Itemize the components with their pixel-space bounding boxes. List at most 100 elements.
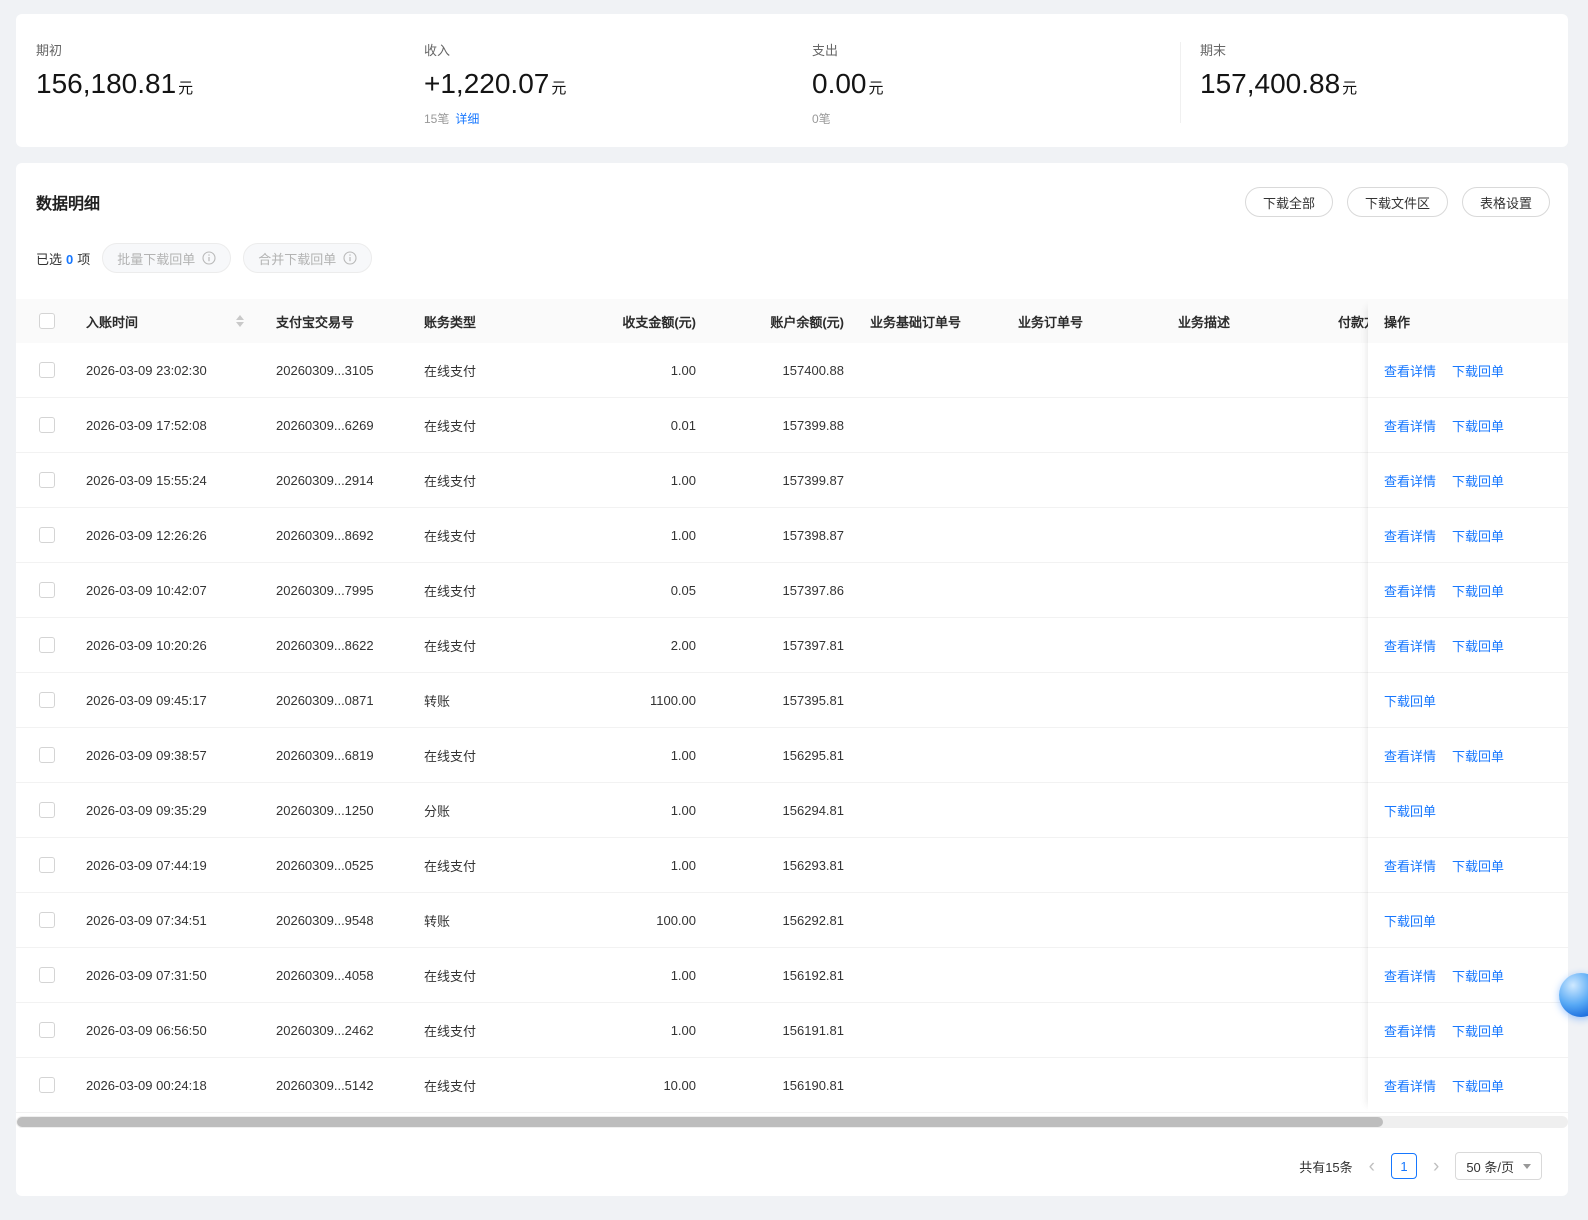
income-details-link[interactable]: 详细	[455, 112, 479, 126]
cell-type: 在线支付	[408, 856, 550, 875]
table-row: 2026-03-09 07:44:1920260309...0525在线支付1.…	[16, 838, 1368, 893]
prev-page-button[interactable]: ‹	[1369, 1157, 1375, 1176]
download-receipt-link[interactable]: 下载回单	[1452, 526, 1504, 545]
cell-amount: 100.00	[550, 913, 706, 928]
column-header-order: 业务订单号	[1002, 312, 1162, 331]
download-receipt-link[interactable]: 下载回单	[1452, 361, 1504, 380]
row-checkbox[interactable]	[39, 582, 55, 598]
view-details-link[interactable]: 查看详情	[1384, 416, 1436, 435]
row-checkbox[interactable]	[39, 802, 55, 818]
view-details-link[interactable]: 查看详情	[1384, 1076, 1436, 1095]
checkbox-cell	[16, 582, 70, 598]
row-actions: 查看详情下载回单	[1368, 563, 1568, 618]
cell-time: 2026-03-09 00:24:18	[70, 1078, 260, 1093]
download-receipt-link[interactable]: 下载回单	[1384, 911, 1436, 930]
panel-header: 数据明细 下载全部 下载文件区 表格设置	[16, 187, 1568, 217]
download-receipt-link[interactable]: 下载回单	[1452, 856, 1504, 875]
cell-amount: 1.00	[550, 968, 706, 983]
row-checkbox[interactable]	[39, 417, 55, 433]
download-receipt-link[interactable]: 下载回单	[1452, 966, 1504, 985]
sort-icon[interactable]	[236, 315, 244, 327]
row-checkbox[interactable]	[39, 967, 55, 983]
cell-balance: 156295.81	[706, 748, 854, 763]
table-row: 2026-03-09 10:20:2620260309...8622在线支付2.…	[16, 618, 1368, 673]
table-settings-button[interactable]: 表格设置	[1462, 187, 1550, 217]
chevron-down-icon	[1523, 1164, 1531, 1169]
cell-balance: 156191.81	[706, 1023, 854, 1038]
cell-balance: 157400.88	[706, 363, 854, 378]
cell-amount: 0.05	[550, 583, 706, 598]
view-details-link[interactable]: 查看详情	[1384, 361, 1436, 380]
row-checkbox[interactable]	[39, 857, 55, 873]
download-receipt-link[interactable]: 下载回单	[1452, 636, 1504, 655]
download-file-zone-button[interactable]: 下载文件区	[1347, 187, 1448, 217]
row-checkbox[interactable]	[39, 747, 55, 763]
cell-amount: 1.00	[550, 363, 706, 378]
summary-opening: 期初 156,180.81元	[16, 40, 404, 125]
checkbox-cell	[16, 857, 70, 873]
summary-value: 0.00元	[812, 68, 1180, 100]
view-details-link[interactable]: 查看详情	[1384, 471, 1436, 490]
horizontal-scrollbar-thumb[interactable]	[17, 1117, 1383, 1127]
row-checkbox[interactable]	[39, 637, 55, 653]
download-receipt-link[interactable]: 下载回单	[1452, 1021, 1504, 1040]
row-checkbox[interactable]	[39, 1077, 55, 1093]
row-actions: 查看详情下载回单	[1368, 838, 1568, 893]
cell-txn: 20260309...5142	[260, 1078, 408, 1093]
download-receipt-link[interactable]: 下载回单	[1452, 581, 1504, 600]
current-page-button[interactable]: 1	[1391, 1153, 1417, 1179]
cell-txn: 20260309...0871	[260, 693, 408, 708]
page: 期初 156,180.81元 收入 +1,220.07元 15笔详细 支出 0.…	[0, 0, 1588, 1220]
horizontal-scrollbar-track	[16, 1116, 1568, 1128]
checkbox-cell	[16, 472, 70, 488]
cell-type: 在线支付	[408, 471, 550, 490]
cell-time: 2026-03-09 06:56:50	[70, 1023, 260, 1038]
table-row: 2026-03-09 07:34:5120260309...9548转账100.…	[16, 893, 1368, 948]
cell-time: 2026-03-09 09:38:57	[70, 748, 260, 763]
row-checkbox[interactable]	[39, 472, 55, 488]
table-row: 2026-03-09 23:02:3020260309...3105在线支付1.…	[16, 343, 1368, 398]
page-size-select[interactable]: 50 条/页	[1455, 1152, 1542, 1180]
cell-time: 2026-03-09 09:35:29	[70, 803, 260, 818]
summary-card: 期初 156,180.81元 收入 +1,220.07元 15笔详细 支出 0.…	[16, 14, 1568, 147]
download-receipt-link[interactable]: 下载回单	[1452, 416, 1504, 435]
row-checkbox[interactable]	[39, 527, 55, 543]
merge-download-button[interactable]: 合并下载回单	[243, 243, 372, 273]
download-all-button[interactable]: 下载全部	[1245, 187, 1333, 217]
row-checkbox[interactable]	[39, 1022, 55, 1038]
download-receipt-link[interactable]: 下载回单	[1452, 471, 1504, 490]
view-details-link[interactable]: 查看详情	[1384, 746, 1436, 765]
table-row: 2026-03-09 06:56:5020260309...2462在线支付1.…	[16, 1003, 1368, 1058]
table-row: 2026-03-09 00:24:1820260309...5142在线支付10…	[16, 1058, 1368, 1113]
operations-column: 操作 查看详情下载回单查看详情下载回单查看详情下载回单查看详情下载回单查看详情下…	[1368, 299, 1568, 1113]
view-details-link[interactable]: 查看详情	[1384, 856, 1436, 875]
checkbox-cell	[16, 527, 70, 543]
batch-download-button[interactable]: 批量下载回单	[102, 243, 231, 273]
select-all-checkbox[interactable]	[39, 313, 55, 329]
row-checkbox[interactable]	[39, 692, 55, 708]
cell-balance: 157399.88	[706, 418, 854, 433]
download-receipt-link[interactable]: 下载回单	[1384, 801, 1436, 820]
cell-type: 分账	[408, 801, 550, 820]
view-details-link[interactable]: 查看详情	[1384, 581, 1436, 600]
cell-type: 转账	[408, 911, 550, 930]
row-checkbox[interactable]	[39, 912, 55, 928]
view-details-link[interactable]: 查看详情	[1384, 526, 1436, 545]
view-details-link[interactable]: 查看详情	[1384, 1021, 1436, 1040]
row-checkbox[interactable]	[39, 362, 55, 378]
checkbox-cell	[16, 417, 70, 433]
cell-balance: 156292.81	[706, 913, 854, 928]
row-actions: 查看详情下载回单	[1368, 453, 1568, 508]
cell-txn: 20260309...9548	[260, 913, 408, 928]
cell-type: 在线支付	[408, 526, 550, 545]
ops-body: 查看详情下载回单查看详情下载回单查看详情下载回单查看详情下载回单查看详情下载回单…	[1368, 343, 1568, 1113]
download-receipt-link[interactable]: 下载回单	[1452, 1076, 1504, 1095]
download-receipt-link[interactable]: 下载回单	[1384, 691, 1436, 710]
view-details-link[interactable]: 查看详情	[1384, 636, 1436, 655]
cell-type: 在线支付	[408, 581, 550, 600]
download-receipt-link[interactable]: 下载回单	[1452, 746, 1504, 765]
next-page-button[interactable]: ›	[1433, 1157, 1439, 1176]
cell-txn: 20260309...0525	[260, 858, 408, 873]
view-details-link[interactable]: 查看详情	[1384, 966, 1436, 985]
column-header-time[interactable]: 入账时间	[70, 312, 260, 331]
